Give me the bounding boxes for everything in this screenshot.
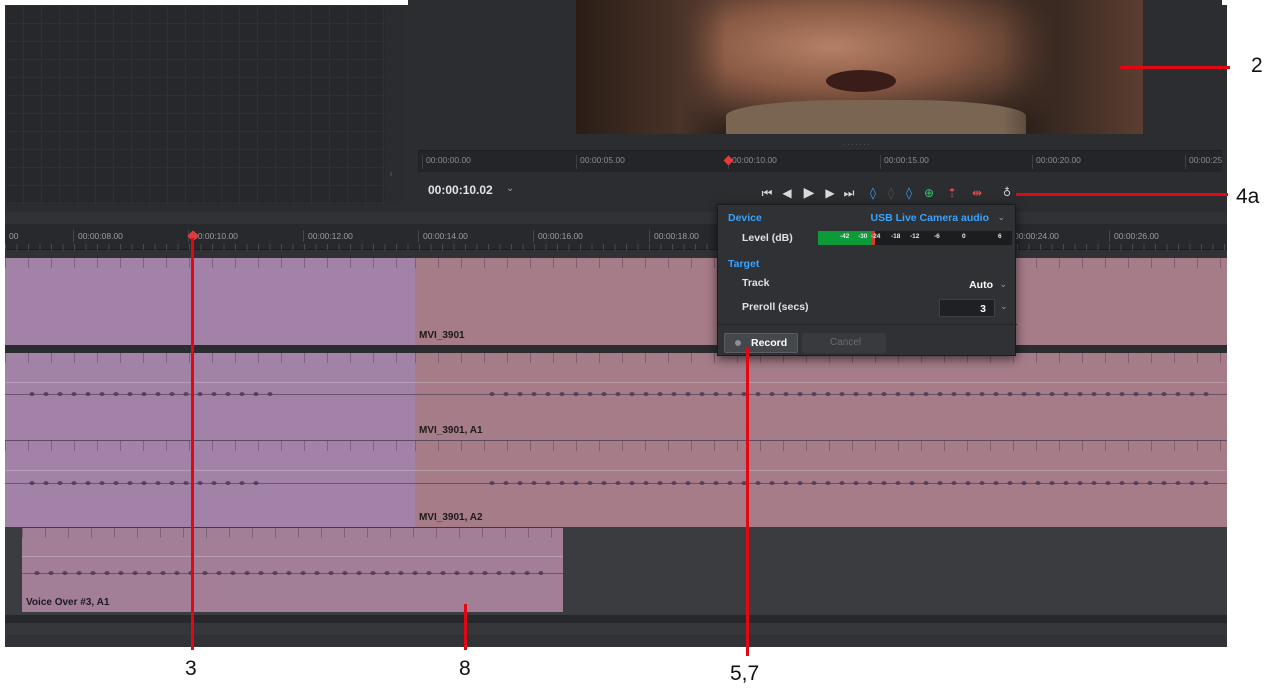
chevron-down-icon[interactable]: ⌄ <box>997 213 1005 223</box>
browser-panel[interactable] <box>5 5 405 205</box>
go-to-end-icon[interactable]: ⏭ <box>842 185 856 201</box>
meter-scale-label: -6 <box>934 233 940 240</box>
timeline-ruler-tick: 00:00:26.00 <box>1109 230 1159 242</box>
cancel-button[interactable]: Cancel <box>802 333 886 353</box>
target-section-label: Target <box>728 258 760 270</box>
audio-clip-a1[interactable]: MVI_3901, A1 <box>415 353 1227 440</box>
callout-line-4a <box>1016 193 1228 196</box>
voice-over-clip[interactable]: Voice Over #3, A1 <box>22 528 563 612</box>
mark-out-icon[interactable]: ◊ <box>903 185 915 201</box>
timeline-ruler-tick: 00 <box>9 231 19 241</box>
device-select[interactable]: USB Live Camera audio <box>871 212 989 224</box>
video-mouth-shape <box>826 70 896 92</box>
clip-label: MVI_3901, A1 <box>419 425 483 436</box>
meter-scale-label: -30 <box>858 233 868 240</box>
cancel-button-label: Cancel <box>830 337 862 348</box>
meter-scale-label: -42 <box>840 233 850 240</box>
viewer-ruler-tick: 00:00:05.00 <box>576 155 625 169</box>
timecode-display[interactable]: 00:00:10.02 <box>428 183 493 197</box>
timeline-ruler-tick: 00:00:24.00 <box>1014 231 1059 241</box>
clip-label: MVI_3901 <box>419 330 465 341</box>
extract-icon[interactable]: ⇹ <box>968 185 986 201</box>
level-meter: -42 -30 -24 -18 -12 -6 0 6 <box>818 231 1012 245</box>
chevron-down-icon[interactable]: ⌄ <box>1000 302 1008 312</box>
mark-in-icon[interactable]: ◊ <box>867 185 879 201</box>
timeline-ruler-tick: 00:00:14.00 <box>418 230 468 242</box>
meter-scale-label: -18 <box>891 233 901 240</box>
viewer-ruler-tick: 00:00:10.00 <box>728 155 777 169</box>
record-voiceover-popup: Device USB Live Camera audio ⌄ Level (dB… <box>717 204 1017 356</box>
device-section-label: Device <box>728 212 762 224</box>
popup-divider <box>718 324 1017 325</box>
chevron-down-icon[interactable]: ⌄ <box>506 183 514 194</box>
video-preview[interactable] <box>576 0 1143 134</box>
callout-line-3 <box>191 238 194 650</box>
meter-scale-label: 6 <box>998 233 1002 240</box>
callout-line-5-7 <box>746 348 749 656</box>
callout-label: 8 <box>459 657 471 680</box>
resize-grip[interactable]: ······· <box>843 139 871 149</box>
viewer-ruler-tick: 00:00:25 <box>1185 155 1222 169</box>
track-select[interactable]: Auto <box>969 279 993 291</box>
video-hair-shape <box>576 0 726 134</box>
video-shirt-shape <box>726 100 1026 134</box>
timeline-ruler-tick: 00:00:16.00 <box>533 230 583 242</box>
audio-clip-a2[interactable]: MVI_3901, A2 <box>415 440 1227 527</box>
timeline-ruler-tick: 00:00:18.00 <box>649 230 699 242</box>
meter-scale-label: -12 <box>910 233 920 240</box>
callout-label: 5,7 <box>730 662 760 685</box>
clip-label: Voice Over #3, A1 <box>26 597 110 608</box>
chevron-right-icon: › <box>389 169 393 180</box>
meter-scale-label: 0 <box>962 233 966 240</box>
play-icon[interactable]: ▶ <box>801 185 817 201</box>
callout-line-8 <box>464 604 467 650</box>
callout-label: 4a <box>1236 185 1260 208</box>
timeline-scrollbar[interactable] <box>5 623 1227 635</box>
viewer-ruler[interactable]: 00:00:00.00 00:00:05.00 00:00:10.00 00:0… <box>418 150 1222 172</box>
record-button-label: Record <box>751 337 788 349</box>
chevron-down-icon[interactable]: ⌄ <box>999 280 1007 290</box>
level-label: Level (dB) <box>742 232 793 244</box>
track-separator <box>5 345 1227 353</box>
preroll-label: Preroll (secs) <box>742 301 809 313</box>
audio-clip-previous-a2[interactable] <box>5 440 415 527</box>
preroll-value: 3 <box>980 303 986 315</box>
timeline-ruler-minor-ticks <box>5 244 1227 250</box>
record-button[interactable]: Record <box>724 333 798 353</box>
browser-scrollbar[interactable]: › <box>385 5 405 205</box>
viewer-ruler-tick: 00:00:20.00 <box>1032 155 1081 169</box>
meter-scale-label: -24 <box>871 233 881 240</box>
clip-label: MVI_3901, A2 <box>419 512 483 523</box>
audio-clip-previous-a1[interactable] <box>5 353 415 440</box>
step-back-icon[interactable]: ◀ <box>779 185 795 201</box>
go-to-start-icon[interactable]: ⏮ <box>760 185 774 201</box>
viewer-ruler-tick: 00:00:00.00 <box>422 155 471 169</box>
viewer-ruler-tick: 00:00:15.00 <box>880 155 929 169</box>
video-clip-previous[interactable] <box>5 258 415 345</box>
track-separator <box>5 615 1227 623</box>
track-label: Track <box>742 277 770 289</box>
preroll-input[interactable]: 3 <box>939 299 995 317</box>
timeline-ruler-tick: 00:00:12.00 <box>303 230 353 242</box>
mark-clip-icon[interactable]: ◊ <box>885 185 897 201</box>
callout-label: 2 <box>1251 54 1263 77</box>
lift-icon[interactable]: ⇡ <box>944 185 960 201</box>
callout-label: 3 <box>185 657 197 680</box>
timeline-ruler-tick: 00:00:08.00 <box>73 230 123 242</box>
step-forward-icon[interactable]: ▶ <box>822 185 838 201</box>
callout-line-2 <box>1120 66 1230 69</box>
microphone-icon[interactable]: ♁ <box>1000 185 1014 201</box>
add-marker-icon[interactable]: ⊕ <box>922 185 936 201</box>
record-dot-icon <box>735 340 741 346</box>
viewer-playhead[interactable] <box>723 153 734 169</box>
